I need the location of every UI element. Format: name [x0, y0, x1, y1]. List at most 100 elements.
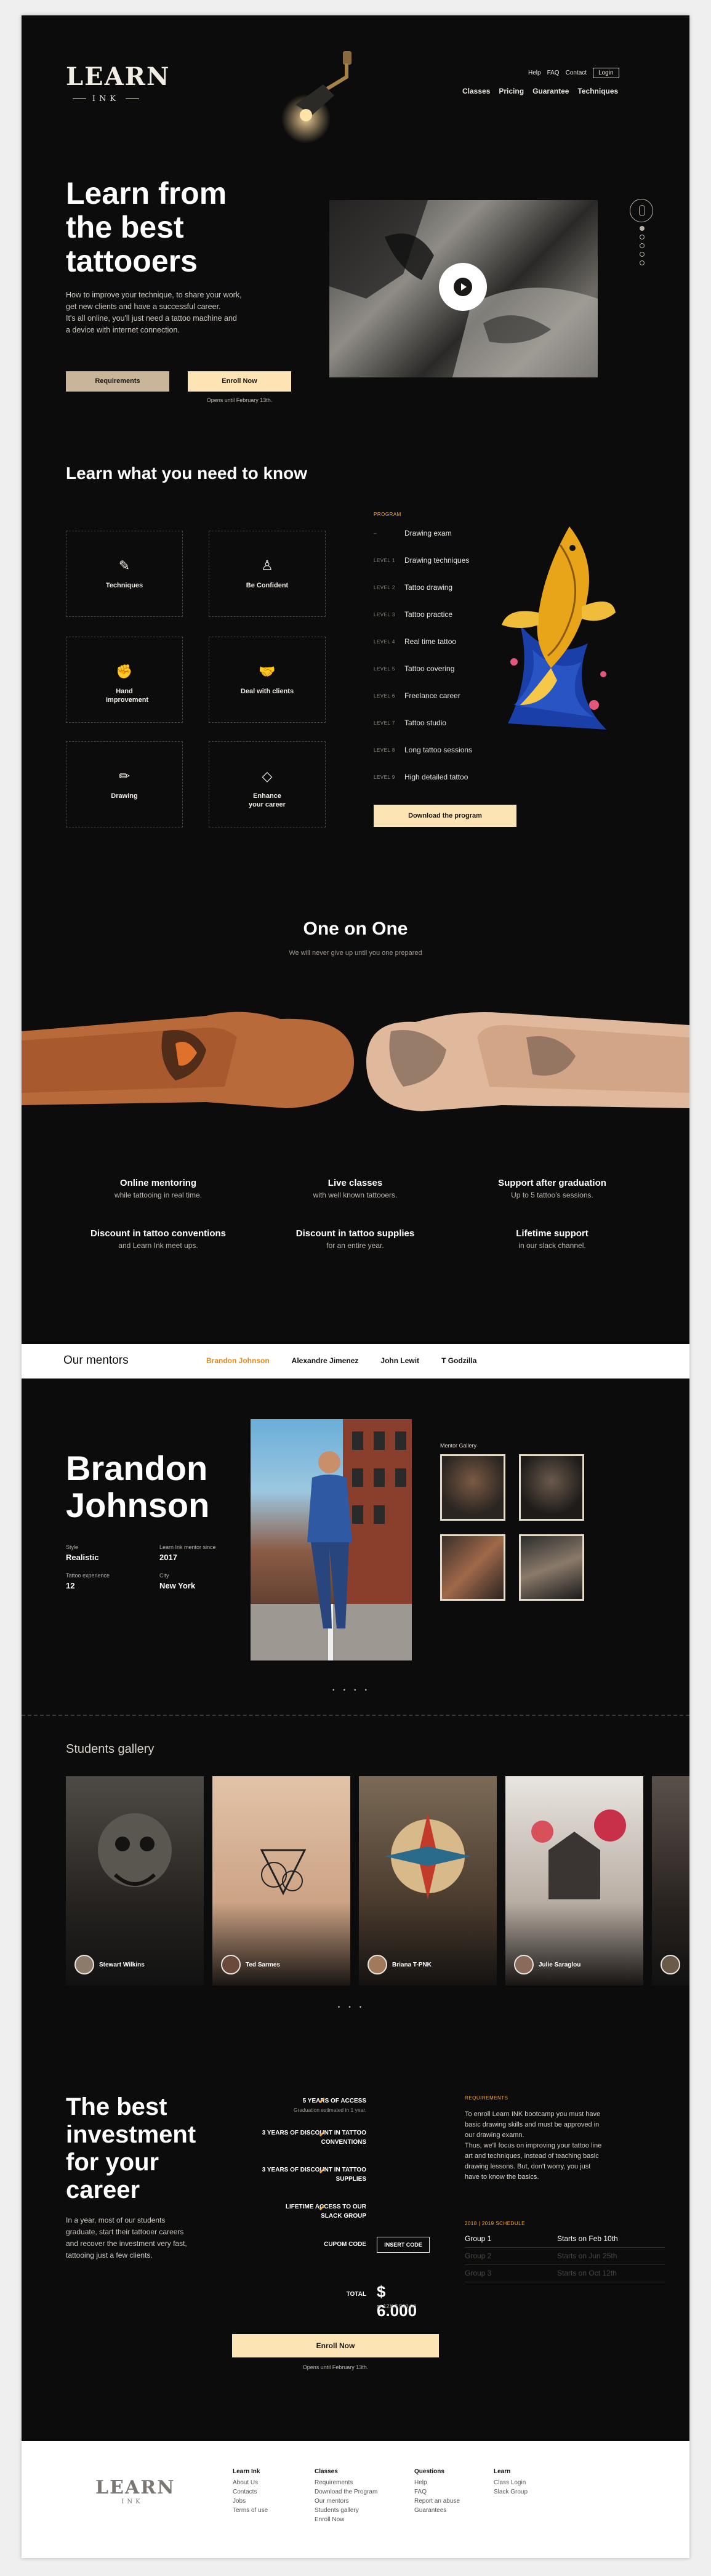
insert-code-button[interactable]: INSERT CODE [377, 2237, 430, 2253]
scroll-indicator[interactable] [630, 199, 654, 269]
footer-link[interactable]: FAQ [414, 2487, 460, 2497]
feature-supplies-discount: Discount in tattoo supplies for an entire… [295, 1228, 415, 1250]
skill-enhance-career: ◇ Enhance your career [209, 741, 326, 827]
student-card[interactable]: Briana T-PNK [359, 1776, 497, 1986]
page-dot[interactable] [640, 260, 645, 265]
student-avatar [221, 1955, 241, 1974]
person-icon: ♙ [261, 558, 273, 573]
pager-dot[interactable]: • [332, 1687, 343, 1694]
hero-enroll-button[interactable]: Enroll Now [188, 371, 291, 392]
page-dot[interactable] [640, 226, 645, 231]
students-carousel: Stewart Wilkins Ted Sarmes Briana T-PNK … [66, 1776, 689, 1986]
footer-link[interactable]: Help [414, 2478, 460, 2487]
students-gallery-title: Students gallery [66, 1742, 155, 1756]
requirements-button[interactable]: Requirements [66, 371, 169, 392]
koi-fish-illustration [496, 520, 619, 742]
check-icon: ✓ [318, 2166, 326, 2176]
coupon-label: CUPOM CODE [324, 2241, 366, 2248]
download-program-button[interactable]: Download the program [374, 805, 516, 827]
tab-john-lewit[interactable]: John Lewit [380, 1356, 419, 1365]
footer-link[interactable]: Our mentors [315, 2497, 377, 2506]
student-card[interactable]: Stewart Wilkins [66, 1776, 204, 1986]
tab-brandon-johnson[interactable]: Brandon Johnson [206, 1356, 270, 1365]
schedule-row: Group 1 Starts on Feb 10th [465, 2234, 665, 2248]
mouse-icon [630, 199, 653, 222]
tab-alexandre-jimenez[interactable]: Alexandre Jimenez [292, 1356, 359, 1365]
final-enroll-button[interactable]: Enroll Now [232, 2334, 439, 2357]
nav-guarantee[interactable]: Guarantee [532, 87, 569, 95]
footer-link[interactable]: Download the Program [315, 2487, 377, 2497]
footer-link[interactable]: About Us [233, 2478, 268, 2487]
level-row: LEVEL 9 High detailed tattoo [374, 773, 468, 781]
investment-description: In a year, most of our students graduate… [66, 2216, 187, 2260]
nav-classes[interactable]: Classes [462, 87, 490, 95]
pager-dot[interactable]: • [338, 2004, 349, 2011]
tab-t-godzilla[interactable]: T Godzilla [441, 1356, 476, 1365]
program-header: PROGRAM [374, 512, 401, 517]
footer-col-classes: Classes Requirements Download the Progra… [315, 2468, 378, 2524]
tattoo-image [385, 1813, 471, 1899]
footer-link[interactable]: Jobs [233, 2497, 268, 2506]
mentors-tab-bar: Our mentors Brandon Johnson Alexandre Ji… [22, 1344, 689, 1379]
tattoo-image [531, 1809, 626, 1899]
page: LEARN INK Help FAQ Contact Login Classes… [22, 15, 689, 2558]
schedule-row: Group 2 Starts on Jun 25th [465, 2252, 665, 2265]
student-avatar [368, 1955, 387, 1974]
page-dot[interactable] [640, 252, 645, 257]
pager-dot[interactable]: • [360, 2004, 371, 2011]
gallery-thumb[interactable] [440, 1534, 505, 1601]
footer-link[interactable]: Terms of use [233, 2506, 268, 2515]
pager-dot[interactable]: • [354, 1687, 365, 1694]
student-avatar [514, 1955, 534, 1974]
nav-techniques[interactable]: Techniques [577, 87, 618, 95]
help-link[interactable]: Help [528, 70, 541, 76]
footer-link[interactable]: Class Login [494, 2478, 528, 2487]
play-button[interactable] [439, 263, 487, 311]
requirements-block: REQUIREMENTS To enroll Learn INK bootcam… [465, 2095, 602, 2181]
page-dot[interactable] [640, 243, 645, 248]
schedule-header: 2018 | 2019 SCHEDULE [465, 2221, 525, 2226]
skills-grid: ✎ Techniques ♙ Be Confident ✊ Hand impro… [66, 531, 326, 832]
total-label: TOTAL [346, 2291, 366, 2298]
logo[interactable]: LEARN INK [66, 62, 171, 119]
gallery-thumb[interactable] [440, 1454, 505, 1521]
student-card[interactable]: Ted Sarmes [212, 1776, 350, 1986]
section-divider [22, 1715, 689, 1716]
footer-link[interactable]: Report an abuse [414, 2497, 460, 2506]
footer: LEARN INK Learn Ink About Us Contacts Jo… [22, 2441, 689, 2558]
skill-deal-with-clients: 🤝 Deal with clients [209, 637, 326, 723]
pencil-icon: ✏ [118, 768, 131, 784]
footer-link[interactable]: Students gallery [315, 2506, 377, 2515]
contact-link[interactable]: Contact [566, 70, 587, 76]
pager-dot[interactable]: • [343, 1687, 354, 1694]
fist-bump-image [22, 982, 689, 1136]
footer-col-questions: Questions Help FAQ Report an abuse Guara… [414, 2468, 460, 2515]
logo-wordmark: LEARN [66, 62, 171, 91]
gallery-thumb[interactable] [519, 1534, 584, 1601]
footer-link[interactable]: Guarantees [414, 2506, 460, 2515]
pager-dot[interactable]: • [365, 1687, 376, 1694]
footer-link[interactable]: Requirements [315, 2478, 377, 2487]
footer-link[interactable]: Slack Group [494, 2487, 528, 2497]
hero-video[interactable] [329, 200, 598, 377]
lamp-illustration [274, 46, 360, 151]
footer-link[interactable]: Contacts [233, 2487, 268, 2497]
footer-link[interactable]: Enroll Now [315, 2515, 377, 2524]
gallery-thumb[interactable] [519, 1454, 584, 1521]
skill-techniques: ✎ Techniques [66, 531, 183, 617]
pager-dot[interactable]: • [348, 2004, 360, 2011]
student-card[interactable] [652, 1776, 689, 1986]
student-avatar [74, 1955, 94, 1974]
login-button[interactable]: Login [593, 68, 619, 78]
check-icon: ✓ [318, 2096, 326, 2106]
faq-link[interactable]: FAQ [547, 70, 560, 76]
schedule-table: Group 1 Starts on Feb 10th Group 2 Starts … [465, 2234, 668, 2284]
footer-logo[interactable]: LEARN INK [95, 2477, 174, 2505]
student-card[interactable]: Julie Saraglou [505, 1776, 643, 1986]
final-opens-note: Opens until February 13th. [302, 2364, 369, 2370]
mentor-pager: •••• [305, 1687, 403, 1694]
fist-icon: ✊ [116, 664, 133, 679]
nav-pricing[interactable]: Pricing [499, 87, 524, 95]
page-dot[interactable] [640, 235, 645, 239]
students-pager: ••• [305, 2004, 403, 2011]
